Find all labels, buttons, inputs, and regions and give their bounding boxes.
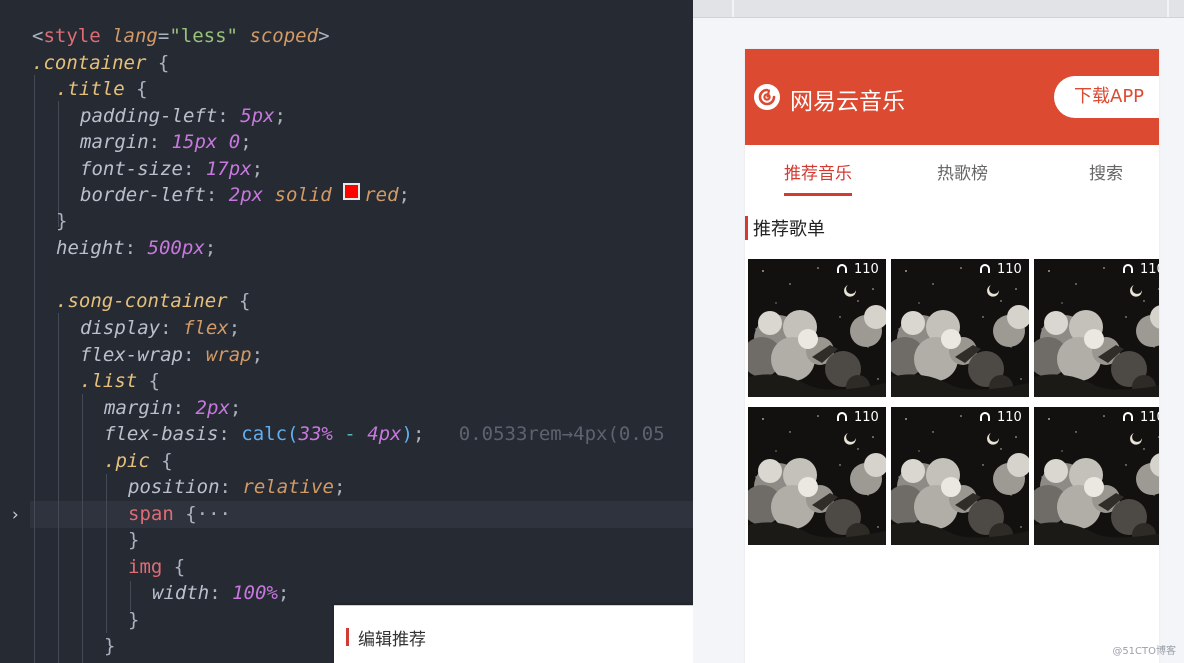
fold-ellipsis: ··· [196,503,231,525]
play-count: 110 [980,410,1022,425]
code-line: padding-left: 5px; [80,105,286,127]
edit-popup[interactable]: 编辑推荐 [334,605,693,663]
indent-guide [58,313,59,663]
code-line: position: relative; [128,476,346,498]
play-count-value: 110 [1140,262,1159,277]
cloud-artwork-image [1034,407,1159,545]
brand-name: 网易云音乐 [790,89,905,115]
play-count-value: 110 [854,262,879,277]
headphones-icon [837,412,847,421]
playlist-item[interactable]: 110 [891,407,1029,545]
fold-arrow-icon[interactable]: › [10,502,20,528]
mobile-viewport: 网易云音乐 下载APP 推荐音乐 热歌榜 搜索 推荐歌单 110 110 11 … [745,49,1159,663]
code-line: flex-wrap: wrap; [80,344,264,366]
indent-guide [34,75,35,663]
code-line: display: flex; [80,317,241,339]
play-count: 110 [1123,410,1159,425]
playlist-item[interactable]: 110 [1034,259,1159,397]
code-line: margin: 15px 0; [80,131,252,153]
play-count-value: 110 [997,262,1022,277]
browser-preview: 网易云音乐 下载APP 推荐音乐 热歌榜 搜索 推荐歌单 110 110 11 … [693,0,1184,663]
code-line: .list { [80,370,161,392]
play-count: 110 [1123,262,1159,277]
playlist-item[interactable]: 110 [891,259,1029,397]
download-app-button[interactable]: 下载APP [1054,76,1159,118]
code-editor[interactable]: › <style lang="less" scoped> .container … [0,0,693,663]
cloud-artwork-image [891,259,1029,397]
playlist-item[interactable]: 110 [748,259,886,397]
color-swatch[interactable] [343,183,361,200]
play-count: 110 [980,262,1022,277]
headphones-icon [1123,264,1133,273]
code-line: margin: 2px; [104,397,242,419]
code-line: flex-basis: calc(33% - 4px); 0.0533rem→4… [104,423,665,445]
headphones-icon [980,412,990,421]
code-line: <style lang="less" scoped> [32,25,330,47]
active-tab-indicator [784,193,852,196]
code-line: .container { [32,52,170,74]
playlist-item[interactable]: 110 [1034,407,1159,545]
popup-accent-bar [346,628,349,646]
nav-tabs: 推荐音乐 热歌榜 搜索 [745,145,1159,199]
inline-hint: 0.0533rem→4px(0.05 [458,423,665,445]
indent-guide [82,394,83,663]
code-line: height: 500px; [56,237,217,259]
play-count: 110 [837,262,879,277]
watermark: @51CTO博客 [1112,646,1176,657]
code-line: .pic { [104,450,173,472]
play-count: 110 [837,410,879,425]
toolbar-divider [732,0,734,17]
cloud-artwork-image [1034,259,1159,397]
cloud-artwork-image [748,407,886,545]
browser-toolbar [693,0,1184,18]
code-line: } [56,210,68,232]
section-heading: 推荐歌单 [753,219,825,240]
headphones-icon [1123,412,1133,421]
code-line: .song-container { [56,290,251,312]
indent-guide [106,474,107,633]
tab-search[interactable]: 搜索 [1089,159,1123,184]
tab-recommended-music[interactable]: 推荐音乐 [784,159,852,184]
code-line: font-size: 17px; [80,158,264,180]
playlist-item[interactable]: 110 [748,407,886,545]
headphones-icon [837,264,847,273]
play-count-value: 110 [1140,410,1159,425]
code-line: img { [128,556,186,578]
cloud-artwork-image [891,407,1029,545]
code-line: } [128,609,140,631]
headphones-icon [980,264,990,273]
section-accent-bar [745,216,748,240]
code-line: } [104,635,116,657]
cloud-artwork-image [748,259,886,397]
app-header: 网易云音乐 下载APP [745,49,1159,145]
code-line[interactable]: span {··· [128,501,231,527]
tab-hot-songs[interactable]: 热歌榜 [937,159,988,184]
popup-label: 编辑推荐 [358,630,426,650]
code-line: border-left: 2px solid red; [80,183,410,206]
play-count-value: 110 [997,410,1022,425]
play-count-value: 110 [854,410,879,425]
netease-music-logo-icon [754,84,780,110]
code-line: width: 100%; [152,582,290,604]
code-line: } [128,529,140,551]
code-line: .title { [56,78,148,100]
toolbar-divider [1167,0,1169,17]
